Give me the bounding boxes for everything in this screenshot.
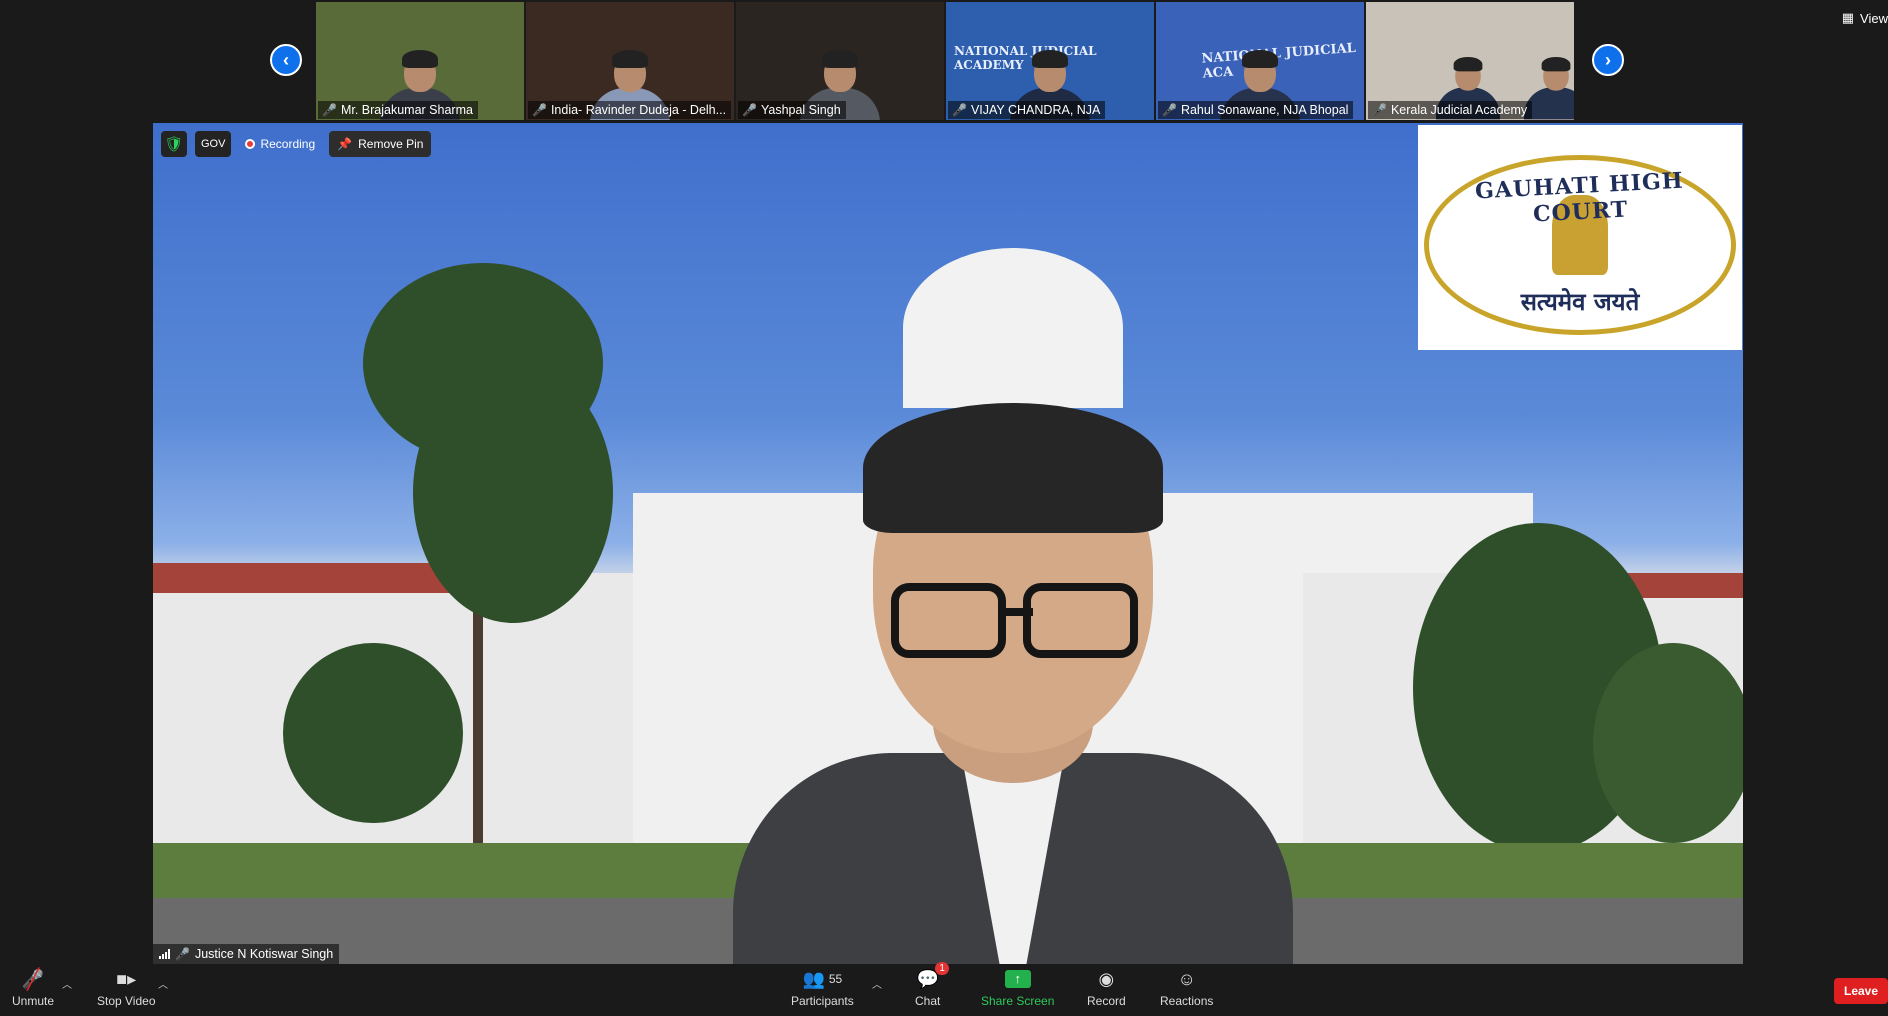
glasses	[891, 583, 1006, 658]
participant-tile[interactable]: NATIONAL JUDICIAL ACADEMY 🎤 VIJAY CHANDRA…	[946, 2, 1154, 120]
reactions-button[interactable]: ☺ Reactions	[1160, 968, 1213, 1009]
participant-name-tag: 🎤 India- Ravinder Dudeja - Delh...	[528, 101, 732, 119]
record-button[interactable]: ◉ Record	[1087, 968, 1126, 1009]
recording-indicator[interactable]: Recording	[239, 131, 321, 157]
record-icon: ◉	[1098, 968, 1115, 989]
leave-button[interactable]: Leave	[1834, 978, 1888, 1004]
meeting-toolbar: 🎤 ╱ Unmute ︿ ■▸ Stop Video ︿ 👥 55 Particip…	[0, 962, 1888, 1016]
participant-name-tag: 🎤 VIJAY CHANDRA, NJA	[948, 101, 1106, 119]
participant-tile[interactable]: 🎤 Mr. Brajakumar Sharma	[316, 2, 524, 120]
mic-muted-icon: 🎤	[175, 947, 190, 961]
mic-muted-icon: 🎤	[1162, 103, 1177, 117]
speaker-name-tag: 🎤 Justice N Kotiswar Singh	[153, 944, 340, 964]
chat-button[interactable]: 💬 1 Chat	[915, 962, 949, 1008]
participant-tile[interactable]: 🎤 Kerala Judicial Academy	[1366, 2, 1574, 120]
participant-tile[interactable]: NATIONAL JUDICIAL ACA 🎤 Rahul Sonawane, N…	[1156, 2, 1364, 120]
participant-filmstrip: 🎤 Mr. Brajakumar Sharma 🎤 India- Ravinder …	[316, 2, 1574, 120]
previous-page-button[interactable]: ‹	[270, 44, 302, 76]
participant-tile[interactable]: 🎤 India- Ravinder Dudeja - Delh...	[526, 2, 734, 120]
building-roof	[153, 563, 453, 593]
tree	[1593, 643, 1743, 843]
mic-muted-icon: 🎤	[742, 103, 757, 117]
unmute-button[interactable]: 🎤 ╱ Unmute	[12, 968, 54, 1009]
audio-options-caret[interactable]: ︿	[62, 976, 72, 991]
participant-name-tag: 🎤 Yashpal Singh	[738, 101, 846, 119]
gauhati-high-court-logo: GAUHATI HIGH COURT सत्यमेव जयते	[1418, 125, 1742, 350]
meeting-status-badges: 🛡 GOV Recording 📌 Remove Pin	[161, 131, 432, 157]
participant-name-tag: 🎤 Rahul Sonawane, NJA Bhopal	[1158, 101, 1354, 119]
participants-count: 55	[828, 972, 843, 986]
grid-icon: ▦	[1841, 10, 1855, 25]
video-options-caret[interactable]: ︿	[158, 976, 168, 991]
speaker-video	[713, 333, 1313, 964]
video-camera-icon: ■▸	[116, 968, 137, 989]
main-video: GAUHATI HIGH COURT सत्यमेव जयते 🛡 GOV Re…	[153, 123, 1743, 964]
tree	[413, 363, 613, 623]
view-button[interactable]: ▦ View	[1842, 10, 1888, 26]
logo-motto: सत्यमेव जयते	[1520, 287, 1640, 316]
connection-signal-icon	[159, 949, 170, 959]
participant-name-tag: 🎤 Mr. Brajakumar Sharma	[318, 101, 478, 119]
stop-video-button[interactable]: ■▸ Stop Video	[97, 968, 156, 1009]
participants-options-caret[interactable]: ︿	[872, 976, 882, 991]
mic-muted-icon: 🎤	[322, 103, 337, 117]
mic-muted-icon: 🎤	[532, 103, 547, 117]
gov-badge[interactable]: GOV	[195, 131, 232, 157]
record-dot-icon	[245, 139, 256, 149]
chat-notification-badge: 1	[935, 962, 949, 975]
mic-muted-icon: 🎤	[952, 103, 967, 117]
participants-button[interactable]: 👥 55 Participants	[791, 968, 854, 1009]
participants-icon: 👥 55	[802, 968, 843, 989]
encryption-shield-icon[interactable]: 🛡	[161, 131, 187, 157]
chat-icon: 💬 1	[916, 962, 949, 990]
remove-pin-button[interactable]: 📌 Remove Pin	[329, 131, 432, 157]
glasses	[1023, 583, 1138, 658]
tree	[283, 643, 463, 823]
share-screen-icon: ↑	[1004, 968, 1031, 990]
mic-muted-icon: 🎤	[1372, 103, 1387, 117]
participant-name-tag: 🎤 Kerala Judicial Academy	[1368, 101, 1533, 119]
share-screen-button[interactable]: ↑ Share Screen	[981, 968, 1054, 1008]
mic-muted-icon: 🎤 ╱	[21, 968, 45, 991]
next-page-button[interactable]: ›	[1592, 44, 1624, 76]
smiley-icon: ☺	[1177, 968, 1196, 989]
pin-icon: 📌	[337, 137, 353, 151]
participant-tile[interactable]: 🎤 Yashpal Singh	[736, 2, 944, 120]
